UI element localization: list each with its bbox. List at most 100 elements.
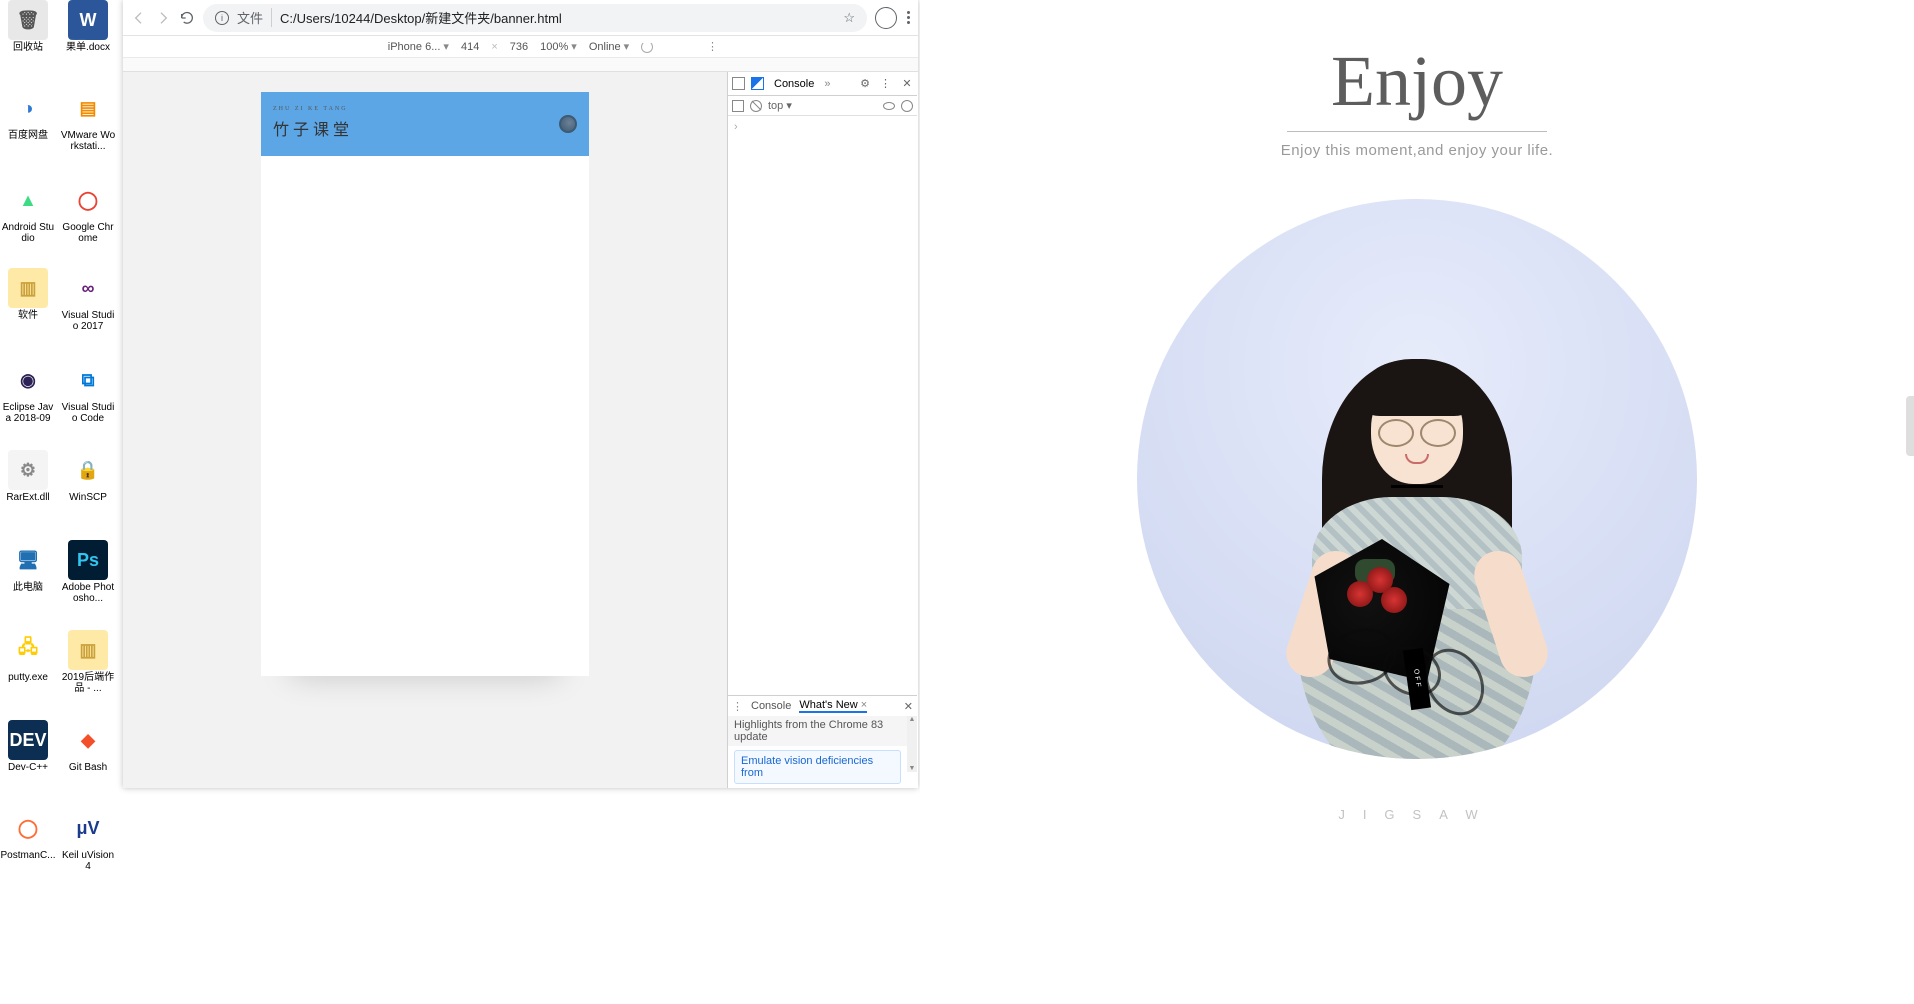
app-icon: ◯ [8,808,48,848]
back-button[interactable] [131,10,147,26]
orientation-icon[interactable] [641,41,653,53]
device-more-icon[interactable]: ⋮ [707,40,718,53]
desktop-icon[interactable]: 🖧 putty.exe [0,630,56,683]
app-icon: ◉ [8,360,48,400]
app-icon: ◆ [68,720,108,760]
icon-label: 果单.docx [60,42,116,53]
scroll-up-icon[interactable]: ▲ [909,716,916,723]
desktop-icon[interactable]: ◯Google Chrome [60,180,116,244]
scroll-down-icon[interactable]: ▼ [909,765,916,772]
console-toolbar: top [728,96,917,116]
poster-person: OFF [1277,289,1557,759]
app-icon: ◯ [68,180,108,220]
desktop-icon[interactable]: ⧉Visual Studio Code [60,360,116,424]
devtools-drawer: ⋮ Console What's New× ✕ Highlights from … [728,695,917,788]
desktop-icon[interactable]: W 果单.docx [60,0,116,53]
star-icon[interactable]: ☆ [843,10,855,26]
reload-button[interactable] [179,10,195,26]
device-select[interactable]: iPhone 6... [388,40,449,53]
banner-menu-icon[interactable] [559,115,577,133]
icon-label: VMware Workstati... [60,130,116,152]
throttle-select[interactable]: Online [589,40,629,53]
desktop-icon[interactable]: PsAdobe Photosho... [60,540,116,604]
drawer-tab-whatsnew[interactable]: What's New× [799,699,867,713]
console-settings-icon[interactable] [901,100,913,112]
desktop-icon[interactable]: ◯ PostmanC... [0,808,56,861]
icon-label: WinSCP [60,492,116,503]
console-body[interactable]: › [728,116,917,695]
icon-label: 软件 [0,310,56,321]
devtools-panel: Console » ⚙ ⋮ ✕ top › ⋮ Console Wh [727,72,917,788]
close-icon[interactable]: × [861,699,867,711]
forward-button[interactable] [155,10,171,26]
device-toolbar: iPhone 6... 414 × 736 100% Online ⋮ [123,36,918,58]
device-mode-icon[interactable] [751,77,764,90]
clear-console-icon[interactable] [750,100,762,112]
poster: Enjoy Enjoy this moment,and enjoy your l… [920,0,1914,1004]
desktop-icon[interactable]: μVKeil uVision4 [60,808,116,872]
live-expression-icon[interactable] [883,102,895,110]
icon-label: Dev-C++ [0,762,56,773]
app-icon: 🗑 [8,0,48,40]
desktop-icon[interactable]: 🖥此电脑 [0,540,56,593]
app-icon: ▥ [8,268,48,308]
app-icon: ▥ [68,630,108,670]
edge-handle[interactable] [1906,396,1914,456]
app-icon: 🖥 [8,540,48,580]
icon-label: putty.exe [0,672,56,683]
desktop-icon[interactable]: ◉Eclipse Java 2018-09 [0,360,56,424]
site-info-icon[interactable]: i [215,11,229,25]
app-icon: ▲ [8,180,48,220]
devtools-settings-icon[interactable]: ⚙ [860,77,870,90]
app-icon: W [68,0,108,40]
desktop-icon[interactable]: ▥ 软件 [0,268,56,321]
desktop-icon[interactable]: DEVDev-C++ [0,720,56,773]
device-height[interactable]: 736 [510,41,528,53]
app-icon: μV [68,808,108,848]
glasses-icon [1378,419,1456,443]
ruler [123,58,918,72]
desktop-icon[interactable]: ◆Git Bash [60,720,116,773]
drawer-close-icon[interactable]: ✕ [904,700,913,713]
icon-label: 2019后端作品 - ... [60,672,116,694]
app-icon: ⧉ [68,360,108,400]
console-sidebar-icon[interactable] [732,100,744,112]
address-bar[interactable]: i 文件 C:/Users/10244/Desktop/新建文件夹/banner… [203,4,867,32]
desktop-icon[interactable]: 🔒WinSCP [60,450,116,503]
zoom-select[interactable]: 100% [540,40,577,53]
desktop-icon[interactable]: ▤VMware Workstati... [60,88,116,152]
tab-overflow-icon[interactable]: » [824,78,830,90]
app-icon: ∞ [68,268,108,308]
icon-label: Android Studio [0,222,56,244]
console-prompt: › [734,121,738,133]
context-select[interactable]: top [768,99,877,112]
inspect-icon[interactable] [732,77,745,90]
poster-subtitle: Enjoy this moment,and enjoy your life. [920,142,1914,159]
app-icon: Ps [68,540,108,580]
scrollbar[interactable]: ▲ ▼ [907,716,917,772]
desktop-icon[interactable]: 🗑 回收站 [0,0,56,53]
browser-toolbar: i 文件 C:/Users/10244/Desktop/新建文件夹/banner… [123,0,918,36]
app-icon: 🖧 [8,630,48,670]
devtools-more-icon[interactable]: ⋮ [880,77,891,90]
poster-photo: OFF [1137,199,1697,759]
page-banner: 竹子课堂 [261,92,589,156]
device-width[interactable]: 414 [461,41,479,53]
icon-label: PostmanC... [0,850,56,861]
drawer-card[interactable]: Emulate vision deficiencies from [734,750,901,784]
poster-footer: JIGSAW [920,807,1914,822]
desktop-icon[interactable]: ∞Visual Studio 2017 [60,268,116,332]
drawer-more-icon[interactable]: ⋮ [732,700,743,713]
tab-console[interactable]: Console [770,76,818,92]
icon-label: RarExt.dll [0,492,56,503]
desktop-icon[interactable]: ▥2019后端作品 - ... [60,630,116,694]
dim-x: × [491,41,497,53]
profile-avatar[interactable] [875,7,897,29]
devtools-close-icon[interactable]: ✕ [901,77,913,90]
drawer-tab-console[interactable]: Console [751,700,791,712]
desktop-icon[interactable]: ▲Android Studio [0,180,56,244]
icon-label: 回收站 [0,42,56,53]
desktop-icon[interactable]: ⚙RarExt.dll [0,450,56,503]
chrome-menu-button[interactable] [907,9,910,26]
desktop-icon[interactable]: ◑百度网盘 [0,88,56,141]
